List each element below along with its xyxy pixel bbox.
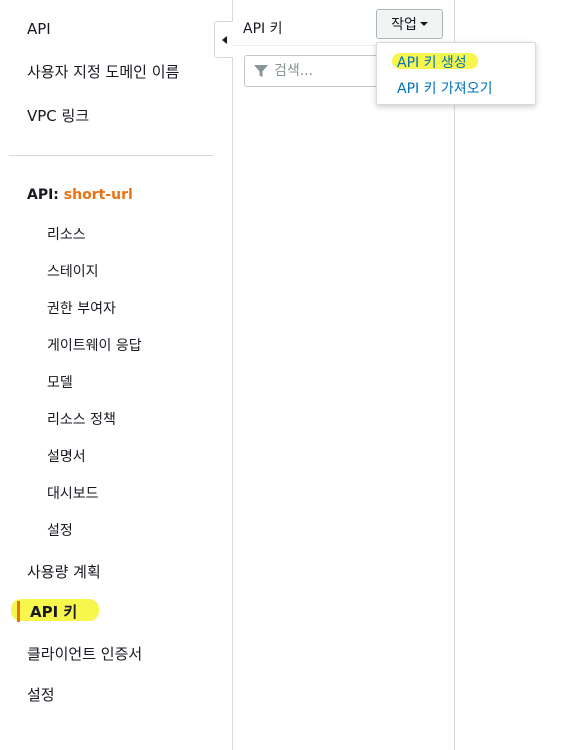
sidebar-item-client-certificates[interactable]: 클라이언트 인증서 [27,643,142,664]
filter-icon [254,65,268,77]
sidebar-item-stages[interactable]: 스테이지 [47,261,99,281]
sidebar-item-usage-plans[interactable]: 사용량 계획 [27,561,101,582]
sidebar-item-vpc-link[interactable]: VPC 링크 [27,105,89,126]
caret-down-icon [419,22,428,26]
menu-item-import-api-keys[interactable]: API 키 가져오기 [397,78,492,98]
sidebar-item-label: API 키 [30,603,78,621]
sidebar-nav: API 사용자 지정 도메인 이름 VPC 링크 API: short-url … [0,0,233,750]
api-gateway-console: API 사용자 지정 도메인 이름 VPC 링크 API: short-url … [0,0,567,750]
actions-button-label: 작업 [391,17,417,33]
active-indicator [17,601,20,622]
sidebar-divider [9,155,213,156]
panel-title: API 키 [243,21,283,37]
menu-item-create-api-key[interactable]: API 키 생성 [397,52,467,72]
collapse-sidebar-button[interactable] [214,21,233,58]
actions-button[interactable]: 작업 [376,9,443,39]
sidebar-item-resources[interactable]: 리소스 [47,224,86,244]
sidebar-item-documentation[interactable]: 설명서 [47,446,86,466]
sidebar-item-settings[interactable]: 설정 [27,684,55,705]
sidebar-item-custom-domain[interactable]: 사용자 지정 도메인 이름 [27,61,179,82]
sidebar-item-apis[interactable]: API [27,20,51,38]
sidebar-item-authorizers[interactable]: 권한 부여자 [47,298,116,318]
api-section-name[interactable]: short-url [64,187,133,203]
actions-dropdown-menu: API 키 생성 API 키 가져오기 [376,42,536,105]
api-keys-panel: API 키 작업 [233,0,455,750]
sidebar-item-gateway-responses[interactable]: 게이트웨이 응답 [47,335,142,355]
sidebar-item-models[interactable]: 모델 [47,372,73,392]
sidebar-item-api-settings[interactable]: 설정 [47,520,73,540]
sidebar-item-dashboard[interactable]: 대시보드 [47,483,99,503]
sidebar-item-resource-policy[interactable]: 리소스 정책 [47,409,116,429]
api-section-prefix: API: [27,187,59,203]
api-section-heading: API: short-url [27,187,133,203]
caret-left-icon [221,35,227,44]
